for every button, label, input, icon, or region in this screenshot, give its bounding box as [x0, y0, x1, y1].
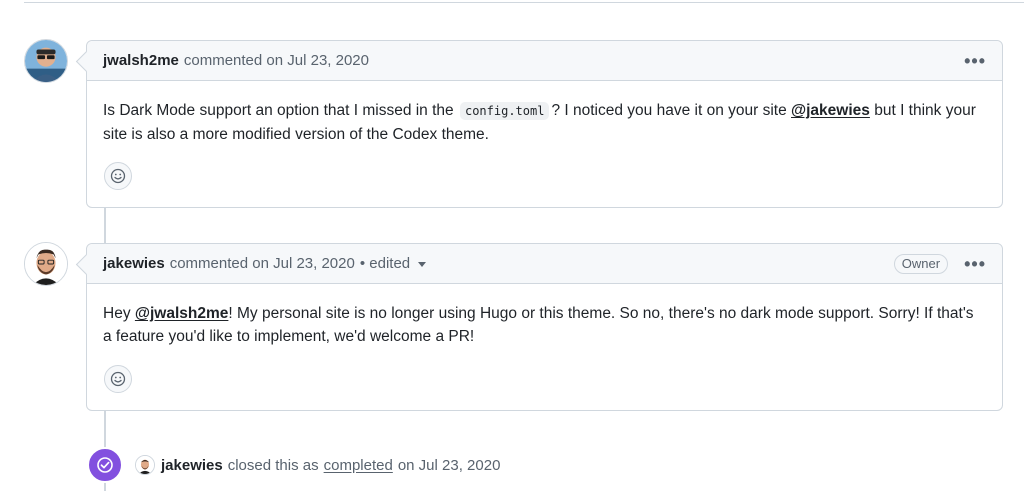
comment-meta[interactable]: commented on Jul 23, 2020	[184, 52, 369, 69]
smiley-icon	[110, 168, 126, 184]
timeline-line	[104, 207, 106, 243]
avatar-jakewies[interactable]	[24, 242, 68, 286]
edited-indicator[interactable]: • edited	[359, 255, 427, 272]
smiley-icon	[110, 371, 126, 387]
comment-card: jwalsh2me commented on Jul 23, 2020 ••• …	[86, 40, 1003, 208]
comment-card: jakewies commented on Jul 23, 2020 • edi…	[86, 243, 1003, 411]
event-date[interactable]: on Jul 23, 2020	[398, 457, 501, 474]
comment-text: ? I noticed you have it on your site	[551, 102, 787, 119]
add-reaction-button[interactable]	[104, 162, 132, 190]
comment-body: Hey @jwalsh2me! My personal site is no l…	[87, 284, 1002, 348]
inline-code: config.toml	[459, 102, 550, 120]
comment-meta[interactable]: commented on Jul 23, 2020	[170, 255, 355, 272]
event-author[interactable]: jakewies	[161, 457, 223, 474]
completed-link[interactable]: completed	[324, 457, 393, 474]
comment-body: Is Dark Mode support an option that I mi…	[87, 81, 1002, 146]
check-circle-icon	[87, 447, 123, 483]
closed-event: jakewies closed this as completed on Jul…	[87, 447, 501, 483]
top-divider	[24, 2, 1024, 3]
add-reaction-button[interactable]	[104, 365, 132, 393]
kebab-horizontal-icon[interactable]: •••	[964, 255, 986, 273]
triangle-down-icon	[418, 261, 427, 267]
comment-text: Is Dark Mode support an option that I mi…	[103, 102, 454, 119]
user-mention[interactable]: @jwalsh2me	[135, 305, 229, 322]
comment-author[interactable]: jwalsh2me	[103, 52, 179, 69]
comment-author[interactable]: jakewies	[103, 255, 165, 272]
comment-text: Hey	[103, 305, 131, 322]
edited-label: • edited	[359, 255, 411, 272]
comment-header: jwalsh2me commented on Jul 23, 2020 •••	[87, 41, 1002, 81]
comment-header: jakewies commented on Jul 23, 2020 • edi…	[87, 244, 1002, 284]
owner-badge: Owner	[893, 253, 949, 274]
kebab-horizontal-icon[interactable]: •••	[964, 52, 986, 70]
avatar-jakewies-small[interactable]	[135, 455, 155, 475]
comment-text: ! My personal site is no longer using Hu…	[103, 305, 974, 345]
avatar-jwalsh2me[interactable]	[24, 39, 68, 83]
user-mention[interactable]: @jakewies	[791, 102, 870, 119]
event-text: closed this as	[227, 456, 319, 474]
